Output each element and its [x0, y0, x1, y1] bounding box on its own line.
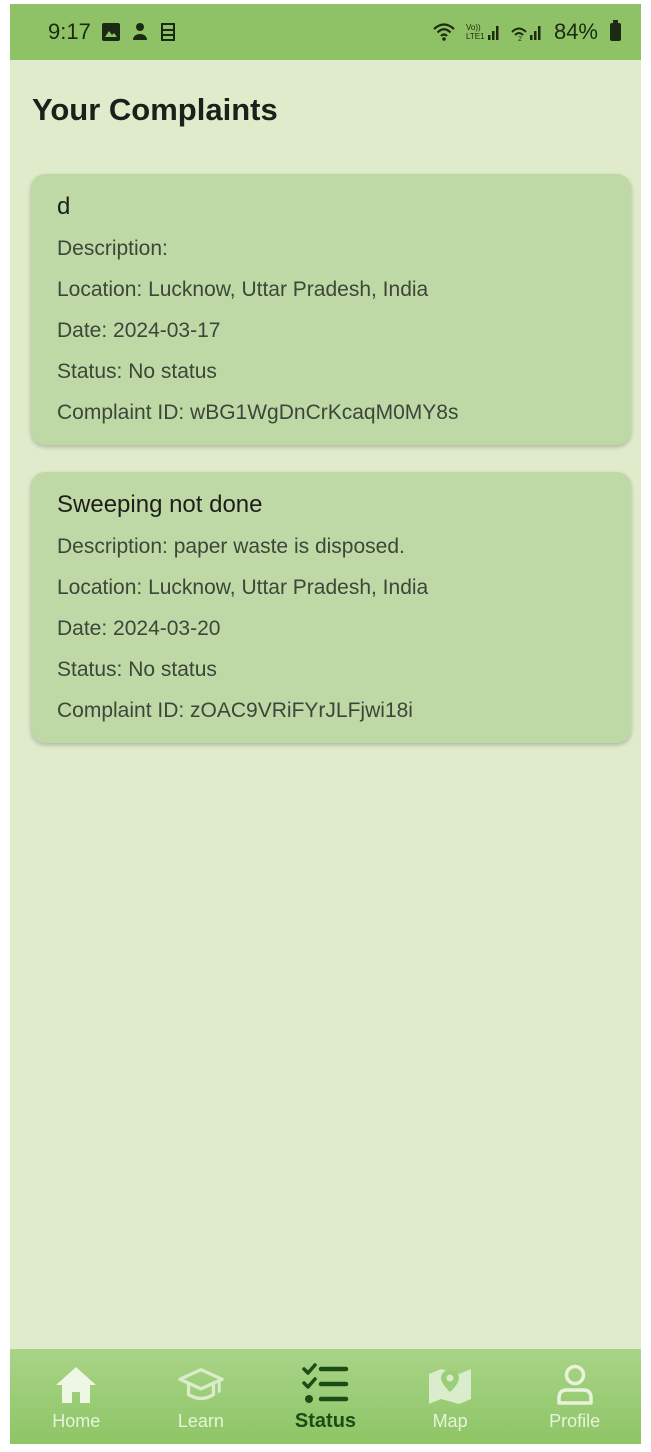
volte-signal-icon: Vo)) LTE1 — [466, 22, 500, 42]
nav-label-map: Map — [432, 1411, 468, 1431]
wifi-icon — [432, 22, 456, 42]
svg-text:LTE1: LTE1 — [466, 32, 485, 41]
sim-app-icon — [159, 22, 177, 42]
nav-item-home[interactable]: Home — [21, 1361, 131, 1432]
nav-item-learn[interactable]: Learn — [146, 1361, 256, 1432]
signal-icon: 2 — [510, 22, 544, 42]
status-bar-right: Vo)) LTE1 2 84% — [432, 19, 621, 45]
notification-icon — [131, 22, 149, 42]
complaint-status: Status: No status — [57, 360, 217, 383]
gallery-icon — [101, 22, 121, 42]
status-bar-left: 9:17 — [48, 19, 177, 45]
svg-text:Vo)): Vo)) — [466, 23, 481, 32]
graduation-cap-icon — [177, 1361, 225, 1409]
battery-percentage: 84% — [553, 19, 598, 44]
complaint-status: Status: No status — [57, 658, 217, 681]
bottom-nav: Home Learn Status Map Profile — [10, 1349, 641, 1444]
map-icon — [426, 1361, 474, 1409]
complaint-title: d — [57, 193, 71, 220]
nav-label-profile: Profile — [549, 1411, 601, 1431]
battery-icon — [610, 20, 621, 41]
nav-item-map[interactable]: Map — [395, 1361, 505, 1432]
nav-item-profile[interactable]: Profile — [520, 1361, 630, 1432]
complaint-id: Complaint ID: zOAC9VRiFYrJLFjwi18i — [57, 699, 413, 722]
page-title: Your Complaints — [32, 92, 278, 127]
nav-item-status[interactable]: Status — [270, 1360, 380, 1433]
home-icon — [52, 1361, 100, 1409]
complaint-title: Sweeping not done — [57, 491, 263, 518]
checklist-icon — [301, 1360, 349, 1408]
complaint-id: Complaint ID: wBG1WgDnCrKcaqM0MY8s — [57, 401, 459, 424]
svg-text:2: 2 — [518, 36, 522, 42]
status-time: 9:17 — [48, 19, 91, 44]
complaint-description: Description: — [57, 237, 168, 260]
complaint-location: Location: Lucknow, Uttar Pradesh, India — [57, 576, 429, 599]
complaint-description: Description: paper waste is disposed. — [57, 535, 405, 558]
nav-label-home: Home — [52, 1411, 101, 1431]
app-screen: 9:17 Vo)) LTE1 2 84% Your Complaints d D… — [10, 4, 641, 1444]
complaint-date: Date: 2024-03-20 — [57, 617, 221, 640]
nav-label-status: Status — [294, 1410, 357, 1432]
complaint-list: d Description: Location: Lucknow, Uttar … — [31, 174, 631, 770]
complaint-location: Location: Lucknow, Uttar Pradesh, India — [57, 278, 429, 301]
complaint-date: Date: 2024-03-17 — [57, 319, 221, 342]
profile-icon — [551, 1361, 599, 1409]
status-bar: 9:17 Vo)) LTE1 2 84% — [10, 4, 641, 60]
nav-label-learn: Learn — [177, 1411, 224, 1431]
complaint-card[interactable]: d Description: Location: Lucknow, Uttar … — [31, 174, 631, 445]
complaint-card[interactable]: Sweeping not done Description: paper was… — [31, 472, 631, 743]
